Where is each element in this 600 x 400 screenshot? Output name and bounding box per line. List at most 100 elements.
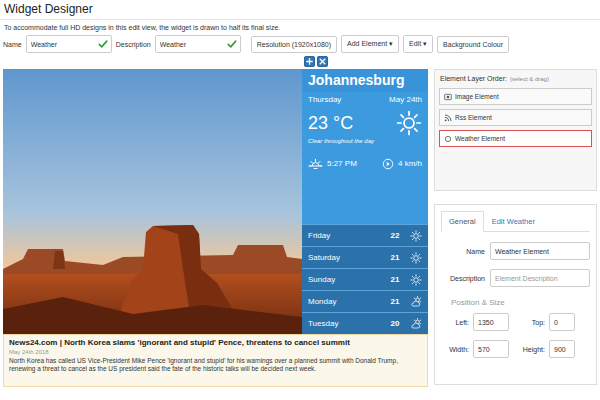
- widget-canvas: Johannesburg Thursday May 24th 23 °C Clear t…: [3, 69, 428, 387]
- sunset-icon: [308, 156, 323, 171]
- cloudy-icon: [410, 318, 422, 330]
- forecast-row: Sunday21: [302, 268, 428, 290]
- name-label: Name: [441, 248, 485, 255]
- forecast-row: Saturday21: [302, 246, 428, 268]
- element-description-input[interactable]: [490, 269, 590, 287]
- designer-area: Johannesburg Thursday May 24th 23 °C Clear t…: [0, 69, 600, 387]
- weekday: Thursday: [308, 95, 341, 104]
- forecast-day: Saturday: [308, 253, 382, 262]
- sun-icon: [410, 252, 422, 264]
- description-input[interactable]: [156, 41, 227, 48]
- forecast-temp: 21: [382, 275, 408, 284]
- position-input[interactable]: [473, 313, 509, 331]
- layer-item[interactable]: Weather Element: [439, 130, 592, 147]
- position-label: Height:: [513, 346, 545, 353]
- sun-icon: [396, 110, 422, 136]
- position-label: Width:: [443, 346, 469, 353]
- forecast-row: Friday22: [302, 224, 428, 246]
- rss-icon: [444, 114, 452, 122]
- check-icon: [227, 39, 237, 49]
- description-label: Description: [116, 41, 151, 48]
- temperature-row: 23 °C: [302, 104, 428, 136]
- element-name-input[interactable]: [490, 242, 590, 260]
- layer-hint: (select & drag): [510, 76, 549, 82]
- sun-icon: [410, 274, 422, 286]
- cloudy-icon: [410, 296, 422, 308]
- forecast-icon-box: [408, 318, 422, 330]
- tab[interactable]: General: [441, 211, 484, 232]
- forecast-day: Monday: [308, 297, 382, 306]
- section-heading: Position & Size: [451, 298, 590, 307]
- position-input[interactable]: [549, 313, 575, 331]
- wind: 4 km/h: [382, 158, 422, 170]
- forecast-row: Monday21: [302, 290, 428, 312]
- forecast-icon-box: [408, 296, 422, 308]
- sunset-time: 5:27 PM: [327, 159, 357, 168]
- layer-label: Weather Element: [455, 135, 505, 142]
- position-input[interactable]: [549, 340, 575, 358]
- forecast-icon-box: [408, 230, 422, 242]
- sun-icon: [410, 230, 422, 242]
- rss-strip: News24.com | North Korea slams 'ignorant…: [3, 334, 428, 387]
- weather-summary: Clear throughout the day: [302, 136, 428, 146]
- side-panel: Element Layer Order:(select & drag) Image…: [434, 69, 597, 387]
- expand-icon[interactable]: [304, 56, 315, 67]
- tab[interactable]: Edit Weather: [484, 211, 543, 232]
- tab-bar: GeneralEdit Weather: [441, 211, 590, 232]
- name-field[interactable]: [26, 35, 112, 53]
- close-icon[interactable]: [317, 56, 328, 67]
- date-row: Thursday May 24th: [302, 92, 428, 104]
- position-label: Left:: [443, 319, 469, 326]
- weather-icon: [444, 135, 452, 143]
- check-icon: [98, 39, 108, 49]
- toolbar-button[interactable]: Edit ▾: [403, 35, 433, 53]
- forecast-icon-box: [408, 274, 422, 286]
- layer-header: Element Layer Order:(select & drag): [439, 74, 592, 84]
- forecast-day: Sunday: [308, 275, 382, 284]
- properties-panel: GeneralEdit Weather Name Description Positi…: [434, 204, 597, 385]
- temperature: 23 °C: [308, 113, 353, 134]
- spacer: [302, 181, 428, 224]
- photo-image: [3, 69, 302, 334]
- forecast-temp: 21: [382, 253, 408, 262]
- layer-panel: Element Layer Order:(select & drag) Image…: [434, 69, 597, 191]
- news-title: News24.com | North Korea slams 'ignorant…: [9, 338, 422, 347]
- wind-icon: [382, 158, 394, 170]
- toolbar-button[interactable]: Add Element ▾: [341, 35, 399, 53]
- layer-item[interactable]: Rss Element: [439, 109, 592, 126]
- news-body: North Korea has called US Vice-President…: [9, 357, 422, 373]
- date: May 24th: [389, 95, 422, 104]
- name-input[interactable]: [27, 41, 98, 48]
- toolbar-button[interactable]: Resolution (1920x1080): [251, 36, 337, 53]
- layer-item[interactable]: Image Element: [439, 88, 592, 105]
- extra-row: 5:27 PM 4 km/h: [302, 146, 428, 181]
- layer-title: Element Layer Order:: [440, 75, 507, 82]
- city-name: Johannesburg: [302, 69, 428, 92]
- layer-label: Rss Element: [455, 114, 492, 121]
- page-title: Widget Designer: [0, 0, 600, 20]
- page-note: To accommodate full HD designs in this e…: [0, 20, 600, 34]
- general-form: Name Description: [441, 242, 590, 287]
- description-field[interactable]: [155, 35, 241, 53]
- forecast-icon-box: [408, 252, 422, 264]
- image-icon: [444, 93, 452, 101]
- toolbar-button[interactable]: Background Colour: [437, 36, 509, 53]
- toolbar: Name Description Resolution (1920x1080)Add…: [0, 34, 600, 54]
- news-date: May 24th 2018: [9, 347, 422, 357]
- weather-panel: Johannesburg Thursday May 24th 23 °C Clear t…: [302, 69, 428, 334]
- forecast-temp: 21: [382, 297, 408, 306]
- widget-top: Johannesburg Thursday May 24th 23 °C Clear t…: [3, 69, 428, 334]
- position-label: Top:: [513, 319, 545, 326]
- name-label: Name: [3, 41, 22, 48]
- layer-label: Image Element: [455, 93, 499, 100]
- forecast-day: Friday: [308, 231, 382, 240]
- canvas-tools: [0, 56, 600, 67]
- position-input[interactable]: [473, 340, 509, 358]
- sunset: 5:27 PM: [308, 156, 357, 171]
- forecast-row: Tuesday20: [302, 312, 428, 334]
- forecast-day: Tuesday: [308, 319, 382, 328]
- forecast-temp: 20: [382, 319, 408, 328]
- wind-speed: 4 km/h: [398, 159, 422, 168]
- description-label: Description: [441, 275, 485, 282]
- position-grid: Left: Top: Width: Height:: [441, 313, 590, 358]
